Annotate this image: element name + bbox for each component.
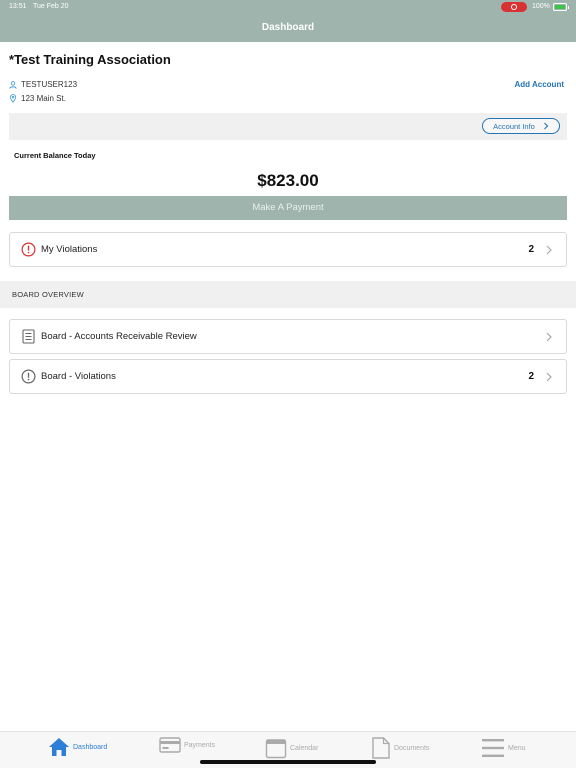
credit-card-icon: [159, 737, 181, 753]
exclamation-circle-icon: [20, 369, 36, 385]
chevron-right-icon: [543, 122, 549, 130]
tab-label: Payments: [184, 741, 216, 749]
location-pin-icon: [9, 94, 17, 103]
account-info-button[interactable]: Account Info: [482, 118, 560, 134]
status-time: 13:51: [9, 3, 27, 10]
account-info-label: Account Info: [493, 121, 535, 131]
status-date: Tue Feb 20: [33, 3, 69, 10]
address-row: 123 Main St.: [9, 94, 66, 103]
board-item-label: Board - Violations: [41, 371, 116, 382]
tab-documents[interactable]: Documents: [371, 737, 429, 759]
chevron-right-icon: [544, 245, 554, 255]
add-account-link[interactable]: Add Account: [515, 80, 564, 89]
tab-calendar[interactable]: Calendar: [265, 737, 318, 759]
make-payment-button[interactable]: Make A Payment: [9, 196, 567, 220]
balance-amount: $823.00: [257, 171, 319, 190]
exclamation-circle-icon: [20, 242, 36, 258]
username-row: TESTUSER123: [9, 80, 77, 89]
my-violations-label: My Violations: [41, 244, 98, 255]
board-ar-review-card[interactable]: Board - Accounts Receivable Review: [9, 319, 567, 354]
tab-payments[interactable]: Payments: [159, 737, 215, 753]
status-bar: 13:51 Tue Feb 20 100%: [0, 0, 576, 14]
tab-label: Documents: [394, 744, 430, 752]
tab-menu[interactable]: Menu: [481, 737, 526, 759]
board-overview-header: BOARD OVERVIEW: [0, 281, 576, 308]
hamburger-menu-icon: [482, 739, 504, 757]
association-name: *Test Training Association: [9, 52, 171, 67]
balance-label: Current Balance Today: [14, 151, 96, 160]
document-icon: [372, 737, 390, 759]
tab-label: Menu: [508, 744, 526, 752]
screen-recording-icon: [501, 2, 527, 12]
board-violations-card[interactable]: Board - Violations 2: [9, 359, 567, 394]
battery-icon: [553, 3, 569, 11]
address: 123 Main St.: [21, 94, 66, 103]
battery-percent: 100%: [532, 3, 550, 10]
nav-bar: Dashboard: [0, 14, 576, 42]
user-icon: [9, 80, 17, 89]
board-item-count: 2: [528, 371, 534, 382]
tab-label: Dashboard: [73, 743, 108, 751]
page-title: Dashboard: [261, 22, 315, 33]
home-indicator[interactable]: [200, 760, 376, 764]
document-icon: [20, 329, 36, 345]
account-info-strip: Account Info: [9, 113, 567, 140]
tab-dashboard[interactable]: Dashboard: [48, 737, 107, 757]
tab-label: Calendar: [290, 744, 319, 752]
board-item-label: Board - Accounts Receivable Review: [41, 331, 197, 342]
my-violations-count: 2: [528, 244, 534, 255]
home-icon: [49, 738, 69, 756]
username: TESTUSER123: [21, 80, 78, 89]
chevron-right-icon: [544, 332, 554, 342]
calendar-icon: [265, 739, 287, 759]
chevron-right-icon: [544, 372, 554, 382]
my-violations-card[interactable]: My Violations 2: [9, 232, 567, 267]
